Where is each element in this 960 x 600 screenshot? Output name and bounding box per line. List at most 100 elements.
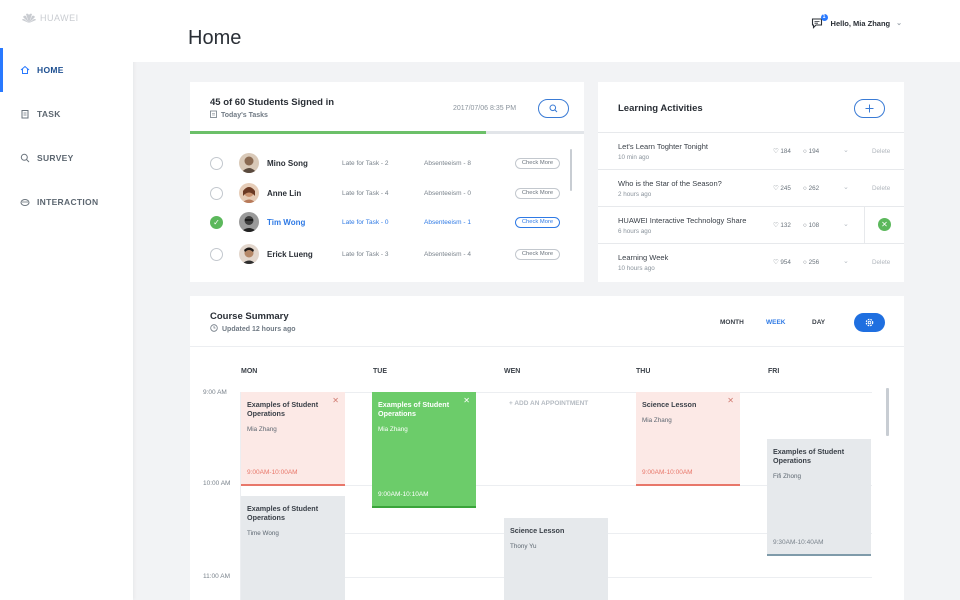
avatar bbox=[239, 212, 259, 232]
calendar-event[interactable]: Science Lesson Mia Zhang 9:00AM-10:00AM … bbox=[636, 392, 740, 486]
sidebar-item-task[interactable]: TASK bbox=[0, 92, 133, 136]
settings-button[interactable] bbox=[854, 313, 885, 332]
likes-value: 184 bbox=[780, 148, 791, 155]
calendar-event[interactable]: Examples of Student Operations Mia Zhang… bbox=[241, 392, 345, 486]
view-week-tab[interactable]: WEEK bbox=[766, 319, 786, 326]
student-checkbox[interactable] bbox=[210, 247, 223, 261]
comments-value: 108 bbox=[808, 222, 820, 229]
likes-value: 245 bbox=[780, 185, 791, 192]
user-menu[interactable]: 1 Hello, Mia Zhang ⌄ bbox=[811, 14, 902, 29]
delete-button[interactable]: Delete bbox=[872, 148, 890, 155]
student-name[interactable]: Mino Song bbox=[267, 159, 308, 168]
day-header-mon: MON bbox=[241, 368, 258, 375]
chevron-down-icon[interactable]: ⌄ bbox=[843, 183, 849, 191]
likes-count: ♡ 132 bbox=[773, 222, 791, 229]
page-title: Home bbox=[188, 27, 242, 49]
search-button[interactable] bbox=[538, 99, 569, 118]
time-label: 9:00 AM bbox=[203, 389, 227, 396]
chevron-down-icon[interactable]: ⌄ bbox=[843, 220, 849, 228]
todays-tasks-label: Today's Tasks bbox=[210, 110, 268, 120]
day-header-thu: THU bbox=[636, 368, 651, 375]
check-more-button[interactable]: Check More bbox=[515, 157, 560, 169]
check-more-button[interactable]: Check More bbox=[515, 248, 560, 260]
close-icon[interactable]: ✕ bbox=[463, 396, 470, 405]
event-title: Examples of Student Operations bbox=[773, 447, 845, 465]
activity-title: Learning Week bbox=[618, 253, 669, 262]
sidebar: HUAWEI HOME TASK SURVEY INTERACTION bbox=[0, 0, 133, 600]
student-row: Anne Lin Late for Task - 4 Absenteeism -… bbox=[190, 178, 570, 208]
student-checkbox[interactable] bbox=[210, 156, 223, 170]
event-title: Examples of Student Operations bbox=[247, 504, 319, 522]
likes-value: 132 bbox=[780, 222, 791, 229]
absence-count: Absenteeism - 0 bbox=[424, 189, 471, 197]
comment-icon: ○ bbox=[803, 259, 807, 266]
late-count: Late for Task - 2 bbox=[342, 159, 389, 167]
sidebar-item-home[interactable]: HOME bbox=[0, 48, 133, 92]
message-icon[interactable]: 1 bbox=[811, 14, 828, 29]
student-name[interactable]: Tim Wong bbox=[267, 218, 305, 227]
delete-button[interactable]: Delete bbox=[872, 185, 890, 192]
calendar-event[interactable]: Science Lesson Thony Yu bbox=[504, 518, 608, 600]
view-month-tab[interactable]: MONTH bbox=[720, 319, 744, 326]
activity-title: Who is the Star of the Season? bbox=[618, 179, 722, 188]
student-row: Mino Song Late for Task - 2 Absenteeism … bbox=[190, 148, 570, 178]
activity-time: 2 hours ago bbox=[618, 191, 652, 198]
time-label: 10:00 AM bbox=[203, 480, 231, 487]
student-name[interactable]: Anne Lin bbox=[267, 189, 301, 198]
sidebar-item-interaction[interactable]: INTERACTION bbox=[0, 180, 133, 224]
close-icon[interactable]: ✕ bbox=[727, 396, 734, 405]
notification-badge: 1 bbox=[820, 14, 828, 21]
event-person: Mia Zhang bbox=[247, 426, 277, 433]
add-appointment-button[interactable]: + ADD AN APPOINTMENT bbox=[509, 400, 588, 407]
check-more-button[interactable]: Check More bbox=[515, 216, 560, 228]
calendar-event[interactable]: Examples of Student Operations Fifi Zhon… bbox=[767, 439, 871, 556]
event-title: Examples of Student Operations bbox=[247, 400, 319, 418]
activity-title: HUAWEI Interactive Technology Share bbox=[618, 216, 747, 225]
close-icon[interactable]: ✕ bbox=[878, 218, 891, 231]
activity-item[interactable]: Who is the Star of the Season? 2 hours a… bbox=[598, 169, 904, 206]
students-signed-in-title: 45 of 60 Students Signed in bbox=[210, 97, 335, 108]
add-activity-button[interactable] bbox=[854, 99, 885, 118]
delete-button[interactable]: Delete bbox=[872, 259, 890, 266]
learning-activities-card: Learning Activities Let's Learn Toghter … bbox=[598, 82, 904, 282]
activity-item[interactable]: HUAWEI Interactive Technology Share 6 ho… bbox=[598, 206, 904, 244]
sidebar-item-survey[interactable]: SURVEY bbox=[0, 136, 133, 180]
activity-item[interactable]: Let's Learn Toghter Tonight 10 min ago ♡… bbox=[598, 132, 904, 169]
learning-activities-title: Learning Activities bbox=[618, 103, 703, 114]
view-day-tab[interactable]: DAY bbox=[812, 319, 825, 326]
comments-count: ○ 256 bbox=[803, 259, 819, 266]
avatar bbox=[239, 153, 259, 173]
likes-value: 954 bbox=[780, 259, 791, 266]
calendar-scrollbar[interactable] bbox=[886, 388, 889, 436]
avatar bbox=[239, 244, 259, 264]
calendar-event[interactable]: Examples of Student Operations Mia Zhang… bbox=[372, 392, 476, 508]
close-icon[interactable]: ✕ bbox=[332, 396, 339, 405]
divider bbox=[190, 346, 904, 347]
calendar-event[interactable]: Examples of Student Operations Time Wong bbox=[241, 496, 345, 600]
late-count: Late for Task - 0 bbox=[342, 218, 389, 226]
heart-icon: ♡ bbox=[773, 185, 779, 192]
course-summary-title: Course Summary bbox=[210, 311, 289, 322]
student-name[interactable]: Erick Lueng bbox=[267, 250, 313, 259]
activity-item[interactable]: Learning Week 10 hours ago ♡ 954 ○ 256 ⌄… bbox=[598, 243, 904, 280]
home-icon bbox=[20, 65, 30, 75]
students-scrollbar[interactable] bbox=[570, 149, 572, 191]
huawei-logo[interactable]: HUAWEI bbox=[22, 12, 79, 24]
event-title: Science Lesson bbox=[510, 526, 565, 535]
student-checkbox[interactable]: ✓ bbox=[210, 215, 223, 229]
activity-title: Let's Learn Toghter Tonight bbox=[618, 142, 708, 151]
comment-icon: ○ bbox=[803, 222, 807, 229]
chevron-down-icon[interactable]: ⌄ bbox=[843, 257, 849, 265]
student-row: Erick Lueng Late for Task - 3 Absenteeis… bbox=[190, 239, 570, 269]
check-more-button[interactable]: Check More bbox=[515, 187, 560, 199]
heart-icon: ♡ bbox=[773, 222, 779, 229]
student-checkbox[interactable] bbox=[210, 186, 223, 200]
activity-time: 6 hours ago bbox=[618, 228, 652, 235]
comments-count: ○ 262 bbox=[803, 185, 819, 192]
time-label: 11:00 AM bbox=[203, 573, 230, 580]
chevron-down-icon[interactable]: ⌄ bbox=[843, 146, 849, 154]
plus-icon bbox=[865, 104, 874, 113]
gear-icon bbox=[865, 318, 874, 327]
sidebar-item-label: HOME bbox=[37, 65, 64, 75]
interaction-icon bbox=[20, 197, 30, 207]
